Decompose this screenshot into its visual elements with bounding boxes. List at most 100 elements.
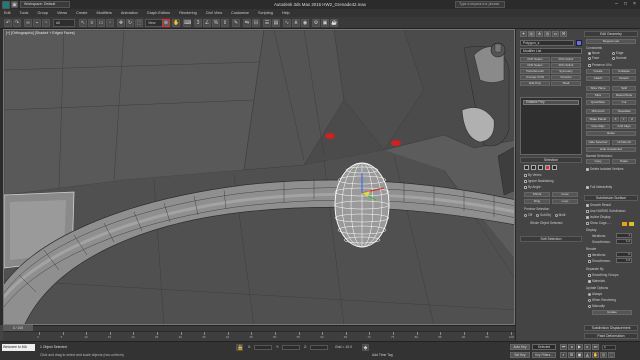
preserve-uvs[interactable]: Preserve UVs xyxy=(588,63,612,67)
repeat-last-button[interactable]: Repeat Last xyxy=(586,39,636,44)
constraint-edge[interactable]: Edge xyxy=(612,51,623,55)
by-vertex-row[interactable]: By Vertex xyxy=(524,173,542,177)
hide-selected-button[interactable]: Hide Selected xyxy=(586,140,610,145)
element-icon[interactable] xyxy=(551,165,557,170)
layer-manager-icon[interactable]: ☰ xyxy=(263,19,271,27)
preview-off[interactable]: Off xyxy=(528,213,532,217)
object-color-swatch[interactable] xyxy=(576,40,582,46)
field-of-view-icon[interactable]: ◭ xyxy=(584,352,591,358)
go-to-start-icon[interactable]: ⏮ xyxy=(560,344,567,350)
menu-create[interactable]: Create xyxy=(76,11,87,15)
msmooth-button[interactable]: MSmooth xyxy=(586,109,610,114)
mod-btn-ffd-select-2[interactable]: FFD Select xyxy=(520,63,550,68)
link-icon[interactable]: ∞ xyxy=(24,19,32,27)
move-icon[interactable]: ✥ xyxy=(117,19,125,27)
mod-btn-chamfer[interactable]: Chamfer xyxy=(551,75,581,80)
selection-filter-dropdown[interactable]: All xyxy=(53,19,75,27)
menu-customize[interactable]: Customize xyxy=(231,11,249,15)
bind-space-warp-icon[interactable]: ~ xyxy=(42,19,50,27)
make-planar-button[interactable]: Make Planar xyxy=(586,117,610,122)
isoline-row[interactable]: Isoline Display xyxy=(586,215,611,219)
display-tab-icon[interactable]: ▭ xyxy=(552,31,559,37)
split-button[interactable]: Split xyxy=(612,86,636,91)
keyboard-shortcut-icon[interactable]: ⌨ xyxy=(183,19,191,27)
utilities-tab-icon[interactable]: ⚒ xyxy=(560,31,567,37)
modifier-stack[interactable]: Editable Poly xyxy=(520,97,582,155)
planar-y-button[interactable]: Y xyxy=(620,117,627,122)
motion-tab-icon[interactable]: ◎ xyxy=(544,31,551,37)
modifier-list-dropdown[interactable]: Modifier List xyxy=(520,48,582,54)
manually-row[interactable]: Manually xyxy=(588,304,605,308)
smoothness-spinner[interactable]: 1.0 xyxy=(616,239,632,244)
modify-tab-icon[interactable]: ◐ xyxy=(528,31,535,37)
maximize-viewport-icon[interactable]: ⬚ xyxy=(608,352,615,358)
hide-unselected-button[interactable]: Hide Unselected xyxy=(586,147,636,152)
preview-subobj[interactable]: SubObj xyxy=(540,213,551,217)
ignore-backfacing-row[interactable]: Ignore Backfacing xyxy=(524,179,554,183)
pivot-center-icon[interactable]: ⊕ xyxy=(162,19,170,27)
planar-z-button[interactable]: Z xyxy=(628,117,636,122)
cage-selected-color-swatch[interactable] xyxy=(629,222,634,226)
rotate-icon[interactable]: ↻ xyxy=(126,19,134,27)
menu-help[interactable]: Help xyxy=(282,11,290,15)
schematic-view-icon[interactable]: ⋔ xyxy=(292,19,300,27)
menu-tools[interactable]: Tools xyxy=(20,11,29,15)
slice-plane-button[interactable]: Slice Plane xyxy=(586,86,610,91)
subdivision-surface-rollout[interactable]: Subdivision Surface xyxy=(584,195,638,201)
hierarchy-tab-icon[interactable]: ⋔ xyxy=(536,31,543,37)
maxscript-listener[interactable]: Welcome to MA xyxy=(2,344,35,351)
ring-button[interactable]: Ring xyxy=(524,199,550,204)
maximize-button[interactable]: □ xyxy=(621,1,630,8)
materials-row[interactable]: Materials xyxy=(588,279,605,283)
x-coordinate-field[interactable] xyxy=(254,345,272,350)
mod-btn-ffd-2[interactable]: FFD 2x2x2 xyxy=(551,57,581,62)
select-manipulate-icon[interactable]: ✋ xyxy=(172,19,180,27)
unlink-icon[interactable]: ⌁ xyxy=(33,19,41,27)
constraint-face[interactable]: Face xyxy=(588,56,599,60)
when-rendering-row[interactable]: When Rendering xyxy=(588,298,616,302)
prev-frame-icon[interactable]: ◂ xyxy=(568,344,575,350)
y-coordinate-field[interactable] xyxy=(282,345,300,350)
menu-animation[interactable]: Animation xyxy=(121,11,138,15)
add-time-tag-label[interactable]: Add Time Tag xyxy=(372,353,393,357)
add-time-tag-icon[interactable]: ◆ xyxy=(362,344,369,351)
update-button[interactable]: Update xyxy=(592,310,632,315)
mod-btn-ffd-3[interactable]: FFD 3x3x3 xyxy=(551,63,581,68)
menu-scripting[interactable]: Scripting xyxy=(258,11,273,15)
always-row[interactable]: Always xyxy=(588,292,602,296)
cut-button[interactable]: Cut xyxy=(612,100,636,105)
subdivision-displacement-rollout[interactable]: Subdivision Displacement xyxy=(584,325,638,331)
stack-item-editable-poly[interactable]: Editable Poly xyxy=(523,100,579,105)
menu-graph-editors[interactable]: Graph Editors xyxy=(147,11,170,15)
vertex-icon[interactable] xyxy=(524,165,529,170)
create-tab-icon[interactable]: ✦ xyxy=(520,31,527,37)
mirror-icon[interactable]: ⇆ xyxy=(243,19,251,27)
tessellate-button[interactable]: Tessellate xyxy=(612,109,636,114)
preview-multi[interactable]: Multi xyxy=(559,213,566,217)
render-iterations-spinner[interactable]: 0 xyxy=(616,252,632,257)
rect-selection-icon[interactable]: ▭ xyxy=(97,19,105,27)
shrink-button[interactable]: Shrink xyxy=(524,192,550,197)
render-smoothness-spinner[interactable]: 1.0 xyxy=(616,258,632,263)
snaps-toggle-icon[interactable]: 3 xyxy=(194,19,202,27)
set-key-button[interactable]: Set Key xyxy=(510,352,530,358)
zoom-all-icon[interactable]: ⊞ xyxy=(568,352,575,358)
angle-snap-icon[interactable]: ∠ xyxy=(203,19,211,27)
key-filters-button[interactable]: Key Filters... xyxy=(532,352,556,358)
detach-button[interactable]: Detach xyxy=(612,76,636,81)
rendered-frame-icon[interactable]: ▣ xyxy=(321,19,329,27)
undo-icon[interactable]: ↶ xyxy=(4,19,12,27)
relax-button[interactable]: Relax xyxy=(586,131,636,136)
search-input[interactable]: Type a keyword or phrase xyxy=(455,1,505,8)
mod-btn-unwrap-uvw[interactable]: Unwrap UVW xyxy=(520,75,550,80)
border-icon[interactable] xyxy=(537,165,543,170)
paint-deformation-rollout[interactable]: Paint Deformation xyxy=(584,333,638,339)
render-icon[interactable]: ☕ xyxy=(330,19,338,27)
show-cage-row[interactable]: Show Cage...... xyxy=(586,221,612,225)
menu-group[interactable]: Group xyxy=(37,11,48,15)
copy-button[interactable]: Copy xyxy=(586,159,610,164)
mod-btn-shell[interactable]: Shell xyxy=(551,81,581,86)
redo-icon[interactable]: ↷ xyxy=(13,19,21,27)
render-iterations-row[interactable]: Iterations: xyxy=(588,253,606,257)
create-button[interactable]: Create xyxy=(586,69,610,74)
